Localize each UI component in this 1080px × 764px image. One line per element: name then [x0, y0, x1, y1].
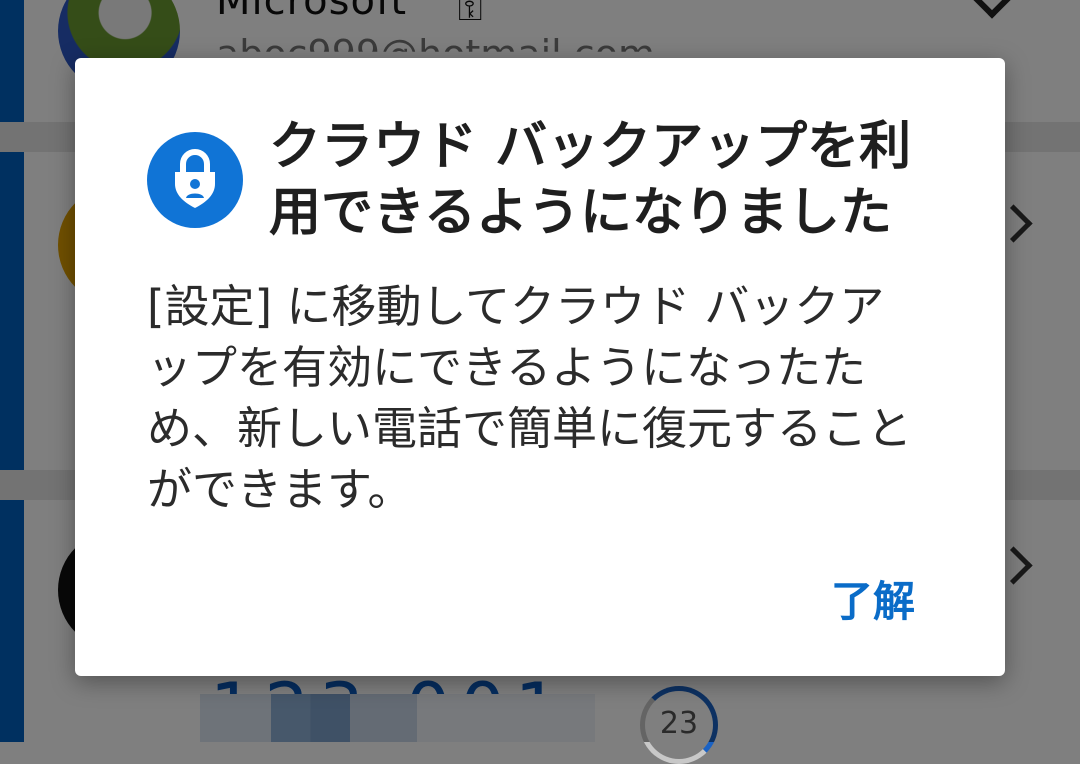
shield-lock-icon: [147, 132, 243, 228]
cloud-backup-dialog: クラウド バックアップを利用できるようになりました [設定] に移動してクラウド…: [75, 58, 1005, 676]
dialog-title: クラウド バックアップを利用できるようになりました: [269, 117, 912, 243]
dialog-message: [設定] に移動してクラウド バックアップを有効にできるようになったため、新しい…: [147, 280, 913, 516]
ok-button[interactable]: 了解: [829, 564, 917, 633]
